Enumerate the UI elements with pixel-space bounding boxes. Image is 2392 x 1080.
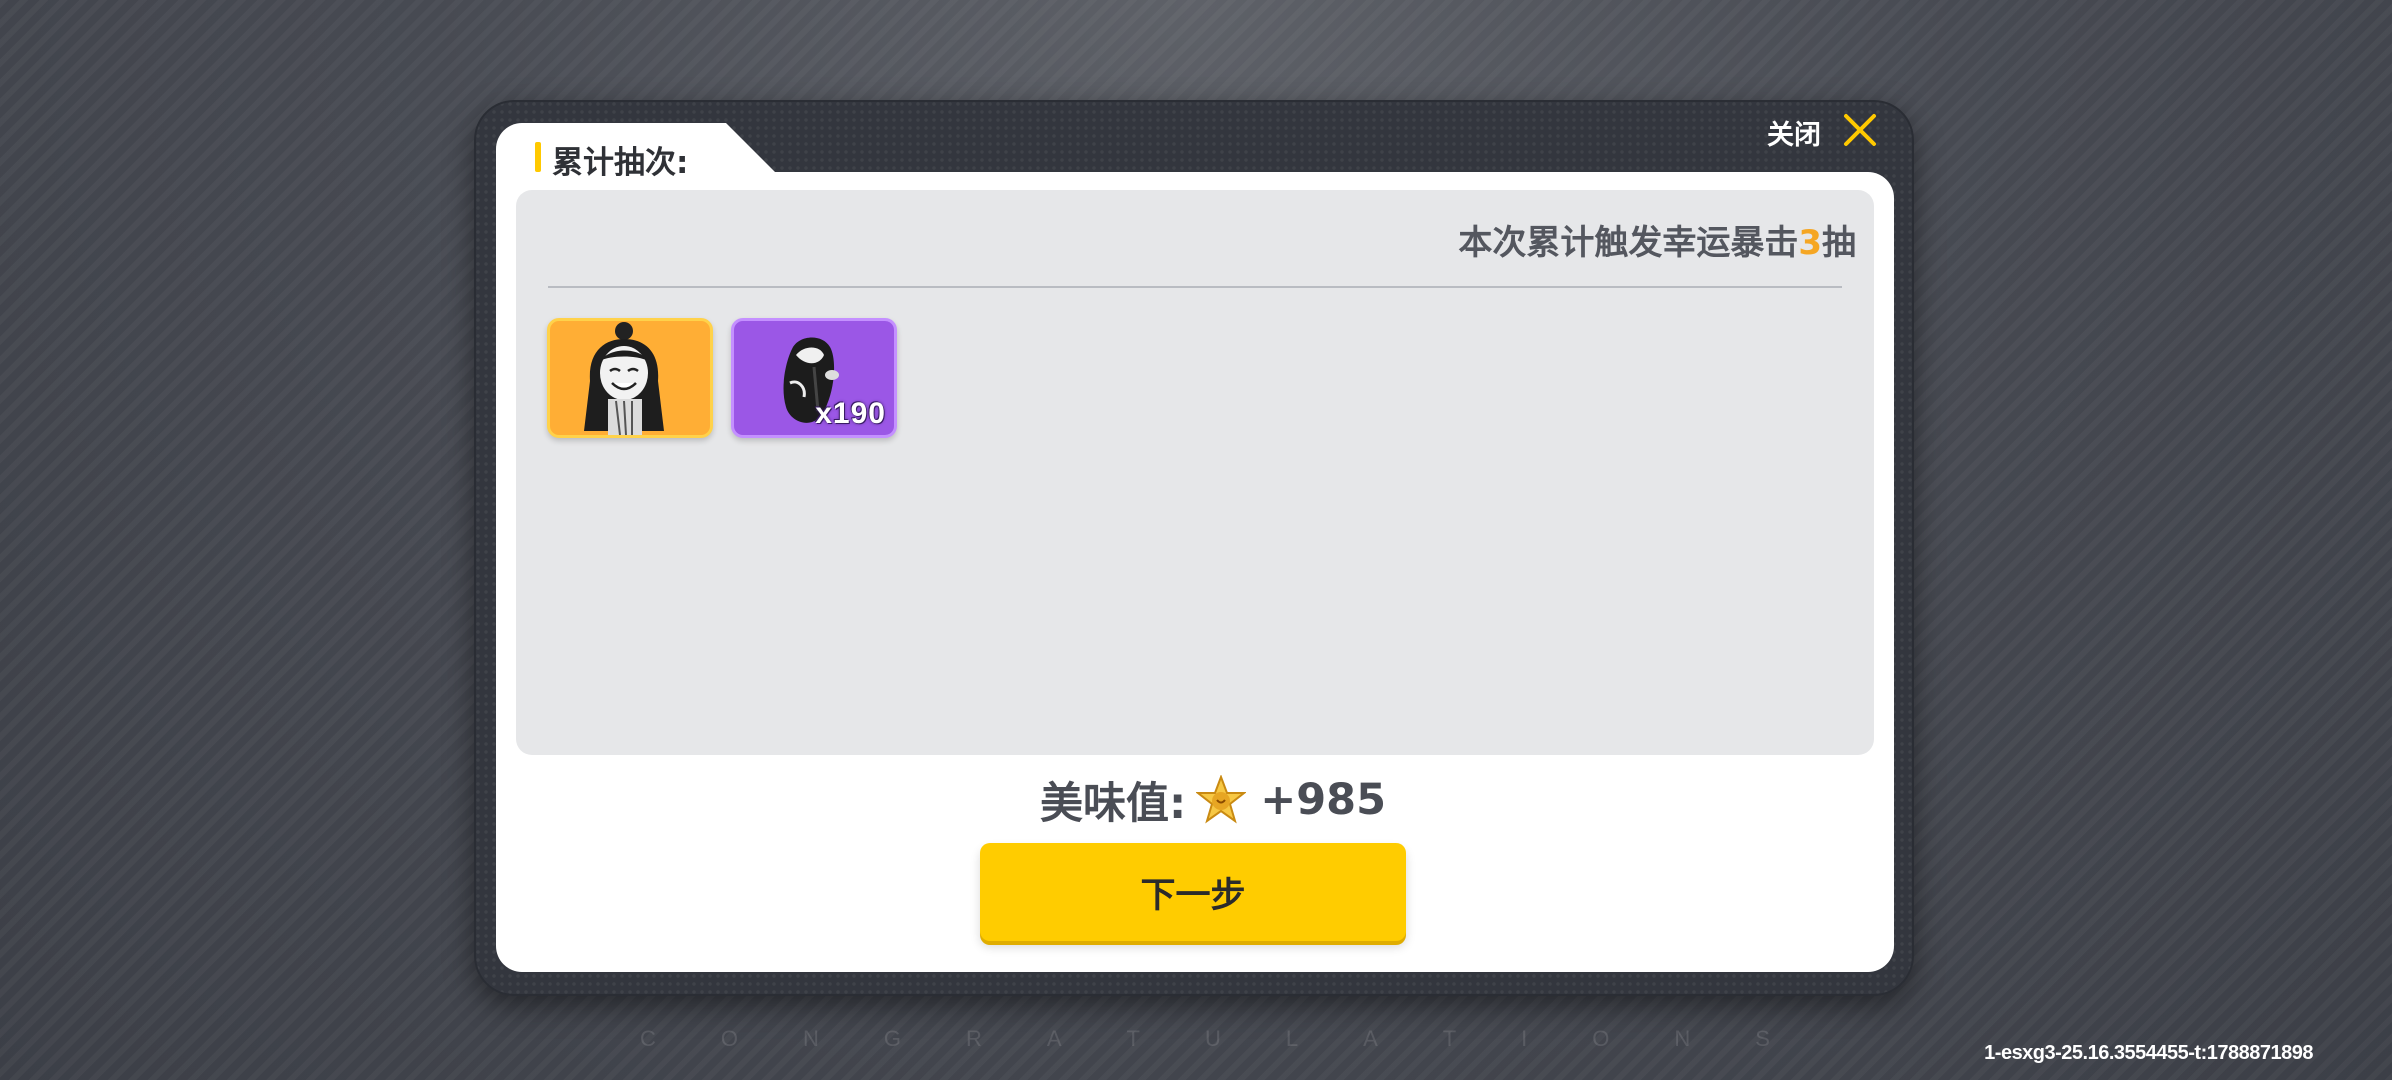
congrats-letter: N	[802, 1026, 819, 1051]
close-label[interactable]: 关闭	[1767, 113, 1821, 152]
crit-count: 3	[1798, 223, 1822, 263]
congrats-letter: R	[965, 1026, 982, 1051]
background-congratulations-text: C O N G R A T U L A T I O N S	[640, 1026, 1770, 1052]
rewards-panel	[516, 190, 1874, 755]
congrats-letter: T	[1126, 1026, 1140, 1051]
congrats-letter: G	[883, 1026, 901, 1051]
build-id-text: 1-esxg3-25.16.3554455-t:1788871898	[1984, 1042, 2313, 1064]
congrats-letter: O	[720, 1026, 738, 1051]
congrats-letter: S	[1755, 1026, 1770, 1051]
congrats-letter: N	[1674, 1026, 1691, 1051]
congrats-letter: U	[1204, 1026, 1221, 1051]
congrats-letter: A	[1363, 1026, 1378, 1051]
congrats-letter: I	[1521, 1026, 1528, 1051]
title-accent-bar	[535, 142, 541, 172]
crit-prefix: 本次累计触发幸运暴击	[1458, 223, 1799, 263]
congrats-letter: L	[1285, 1026, 1299, 1051]
reward-item[interactable]	[547, 318, 713, 438]
congrats-letter: O	[1592, 1026, 1610, 1051]
lucky-crit-summary: 本次累计触发幸运暴击3抽	[1450, 215, 1856, 264]
crit-suffix: 抽	[1822, 223, 1856, 263]
character-portrait-icon	[584, 322, 664, 435]
panel-divider	[548, 286, 1842, 288]
congrats-letter: A	[1046, 1026, 1062, 1051]
item-quantity: x190	[815, 397, 886, 430]
congrats-letter: C	[640, 1026, 656, 1051]
close-icon[interactable]	[1840, 110, 1880, 150]
score-label: 美味值:	[1040, 779, 1187, 829]
dialog-title: 累计抽次:	[552, 145, 689, 181]
tastiness-score: 美味值: +985	[1040, 772, 1386, 829]
score-value: +985	[1260, 775, 1386, 825]
next-step-button[interactable]: 下一步	[980, 843, 1406, 941]
congrats-letter: T	[1442, 1026, 1457, 1051]
star-coin-icon	[1196, 775, 1247, 824]
reward-item[interactable]: x190	[731, 318, 897, 438]
